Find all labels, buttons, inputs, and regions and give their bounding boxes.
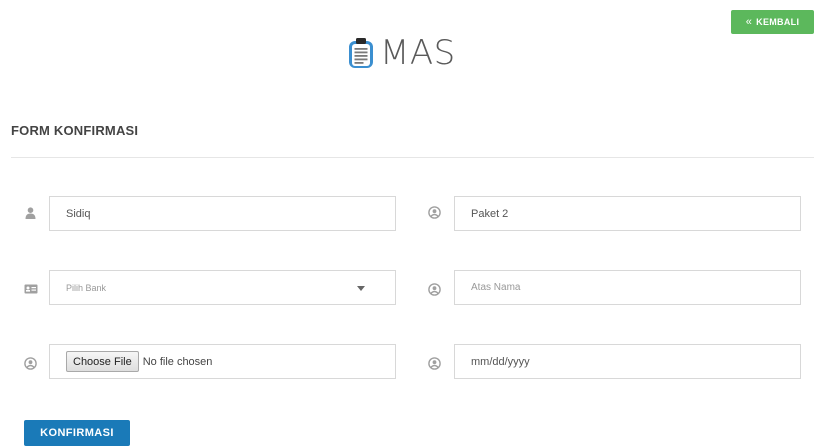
file-status: No file chosen: [142, 355, 213, 368]
bank-select-value: Pilih Bank: [66, 282, 107, 293]
double-chevron-left-icon: «: [745, 16, 753, 28]
logo: MAS: [348, 36, 456, 70]
account-name-field[interactable]: Atas Nama: [454, 270, 801, 305]
bank-select[interactable]: Pilih Bank: [49, 270, 396, 305]
user-circle-icon: [22, 355, 38, 371]
account-name-placeholder: Atas Nama: [471, 282, 521, 293]
choose-file-button[interactable]: Choose File: [66, 351, 139, 372]
date-field[interactable]: mm/dd/yyyy: [454, 344, 801, 379]
caret-down-icon: [357, 286, 365, 291]
user-circle-icon: [426, 355, 442, 371]
package-field[interactable]: Paket 2: [454, 196, 801, 231]
back-button-label: KEMBALI: [756, 17, 800, 27]
file-upload-field: Choose File No file chosen: [49, 344, 396, 379]
name-field[interactable]: Sidiq: [49, 196, 396, 231]
page-title: FORM KONFIRMASI: [11, 123, 139, 138]
user-circle-icon: [426, 204, 442, 220]
user-icon: [22, 205, 38, 221]
confirm-button[interactable]: KONFIRMASI: [24, 420, 130, 446]
back-button[interactable]: « KEMBALI: [731, 10, 814, 34]
name-field-value: Sidiq: [66, 207, 91, 220]
id-card-icon: [23, 281, 39, 297]
date-placeholder: mm/dd/yyyy: [471, 355, 530, 368]
divider: [11, 157, 814, 158]
user-circle-icon: [426, 281, 442, 297]
package-field-value: Paket 2: [471, 207, 509, 220]
clipboard-icon: [349, 38, 373, 68]
logo-text: MAS: [380, 33, 456, 73]
